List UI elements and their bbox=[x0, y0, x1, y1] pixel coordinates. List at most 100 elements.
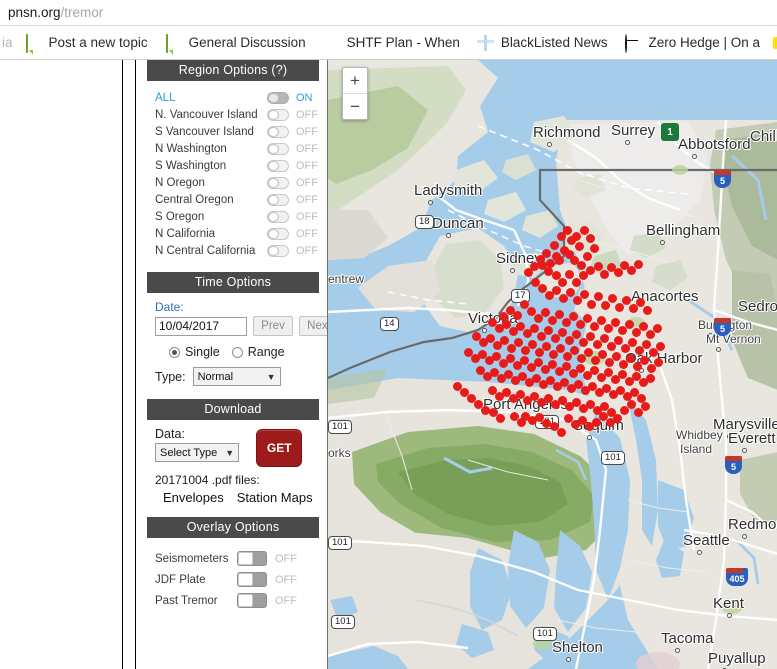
region-row-n-california[interactable]: N California OFF bbox=[155, 225, 321, 242]
tremor-epicenter-dot[interactable] bbox=[643, 306, 652, 315]
address-bar[interactable]: pnsn.org/tremor bbox=[0, 0, 777, 26]
tremor-epicenter-dot[interactable] bbox=[500, 336, 509, 345]
tremor-epicenter-dot[interactable] bbox=[558, 328, 567, 337]
region-row-central-oregon[interactable]: Central Oregon OFF bbox=[155, 191, 321, 208]
tremor-epicenter-dot[interactable] bbox=[555, 256, 564, 265]
tremor-epicenter-dot[interactable] bbox=[641, 402, 650, 411]
tremor-epicenter-dot[interactable] bbox=[612, 352, 621, 361]
tremor-epicenter-dot[interactable] bbox=[570, 346, 579, 355]
tremor-epicenter-dot[interactable] bbox=[557, 428, 566, 437]
type-select[interactable]: Normal ▼ bbox=[192, 367, 281, 386]
region-row-s-vancouver-island[interactable]: S Vancouver Island OFF bbox=[155, 123, 321, 140]
tremor-epicenter-dot[interactable] bbox=[597, 316, 606, 325]
tremor-epicenter-dot[interactable] bbox=[600, 334, 609, 343]
tremor-epicenter-dot[interactable] bbox=[544, 326, 553, 335]
zoom-out-button[interactable]: − bbox=[343, 94, 367, 119]
region-row-n-washington[interactable]: N Washington OFF bbox=[155, 140, 321, 157]
overlay-toggle[interactable] bbox=[237, 551, 267, 566]
overlay-toggle[interactable] bbox=[237, 593, 267, 608]
tremor-epicenter-dot[interactable] bbox=[587, 300, 596, 309]
region-toggle[interactable] bbox=[267, 210, 289, 223]
tremor-epicenter-dot[interactable] bbox=[572, 278, 581, 287]
overlay-row-seismometers[interactable]: Seismometers OFF bbox=[155, 548, 321, 569]
tremor-epicenter-dot[interactable] bbox=[634, 260, 643, 269]
tremor-epicenter-dot[interactable] bbox=[613, 414, 622, 423]
tremor-epicenter-dot[interactable] bbox=[467, 394, 476, 403]
overlay-row-past-tremor[interactable]: Past Tremor OFF bbox=[155, 590, 321, 611]
tremor-epicenter-dot[interactable] bbox=[584, 348, 593, 357]
tremor-epicenter-dot[interactable] bbox=[528, 340, 537, 349]
region-toggle[interactable] bbox=[267, 159, 289, 172]
tremor-epicenter-dot[interactable] bbox=[514, 338, 523, 347]
tremor-epicenter-dot[interactable] bbox=[636, 298, 645, 307]
tremor-epicenter-dot[interactable] bbox=[453, 382, 462, 391]
region-row-n-oregon[interactable]: N Oregon OFF bbox=[155, 174, 321, 191]
region-row-n-central-california[interactable]: N Central California OFF bbox=[155, 242, 321, 259]
prev-date-button[interactable]: Prev bbox=[253, 316, 293, 336]
tremor-epicenter-dot[interactable] bbox=[640, 356, 649, 365]
tremor-epicenter-dot[interactable] bbox=[601, 301, 610, 310]
region-toggle[interactable] bbox=[267, 227, 289, 240]
tremor-epicenter-dot[interactable] bbox=[572, 330, 581, 339]
envelopes-link[interactable]: Envelopes bbox=[163, 490, 224, 505]
tremor-epicenter-dot[interactable] bbox=[656, 342, 665, 351]
tremor-epicenter-dot[interactable] bbox=[583, 314, 592, 323]
tremor-epicenter-dot[interactable] bbox=[557, 232, 566, 241]
bookmark-item[interactable]: Zero Hedge | On a bbox=[616, 26, 769, 59]
tremor-epicenter-dot[interactable] bbox=[627, 400, 636, 409]
region-row-s-oregon[interactable]: S Oregon OFF bbox=[155, 208, 321, 225]
region-row-all[interactable]: ALL ON bbox=[155, 89, 321, 106]
tremor-epicenter-dot[interactable] bbox=[654, 358, 663, 367]
region-toggle[interactable] bbox=[267, 108, 289, 121]
tremor-epicenter-dot[interactable] bbox=[590, 244, 599, 253]
region-toggle[interactable] bbox=[267, 142, 289, 155]
tremor-epicenter-dot[interactable] bbox=[575, 242, 584, 251]
tremor-epicenter-dot[interactable] bbox=[622, 296, 631, 305]
region-toggle[interactable] bbox=[267, 244, 289, 257]
region-row-n-vancouver-island[interactable]: N. Vancouver Island OFF bbox=[155, 106, 321, 123]
bookmark-item[interactable]: ia bbox=[0, 26, 17, 59]
tremor-epicenter-dot[interactable] bbox=[615, 303, 624, 312]
overlay-row-jdf-plate[interactable]: JDF Plate OFF bbox=[155, 569, 321, 590]
tremor-epicenter-dot[interactable] bbox=[577, 261, 586, 270]
tremor-epicenter-dot[interactable] bbox=[552, 286, 561, 295]
tremor-epicenter-dot[interactable] bbox=[542, 342, 551, 351]
region-toggle[interactable] bbox=[267, 176, 289, 189]
tremor-epicenter-dot[interactable] bbox=[558, 278, 567, 287]
tremor-epicenter-dot[interactable] bbox=[541, 308, 550, 317]
tremor-epicenter-dot[interactable] bbox=[628, 338, 637, 347]
tremor-epicenter-dot[interactable] bbox=[569, 312, 578, 321]
tremor-epicenter-dot[interactable] bbox=[550, 241, 559, 250]
tremor-epicenter-dot[interactable] bbox=[566, 288, 575, 297]
tremor-epicenter-dot[interactable] bbox=[639, 322, 648, 331]
radio-single[interactable] bbox=[169, 346, 180, 358]
tremor-epicenter-dot[interactable] bbox=[572, 232, 581, 241]
tremor-epicenter-dot[interactable] bbox=[614, 336, 623, 345]
tremor-epicenter-dot[interactable] bbox=[594, 292, 603, 301]
tremor-epicenter-dot[interactable] bbox=[653, 324, 662, 333]
data-type-select[interactable]: Select Type ▼ bbox=[155, 443, 240, 462]
tremor-map[interactable]: + − Richmond Surrey Chill Abbotsford Ladysmi… bbox=[327, 60, 777, 669]
tremor-epicenter-dot[interactable] bbox=[586, 332, 595, 341]
bookmark-item[interactable]: BlackListed News bbox=[469, 26, 617, 59]
tremor-epicenter-dot[interactable] bbox=[586, 234, 595, 243]
tremor-epicenter-dot[interactable] bbox=[524, 268, 533, 277]
bookmark-item[interactable]: SHTF Plan - When bbox=[315, 26, 469, 59]
tremor-epicenter-dot[interactable] bbox=[626, 354, 635, 363]
tremor-epicenter-dot[interactable] bbox=[530, 324, 539, 333]
tremor-epicenter-dot[interactable] bbox=[583, 252, 592, 261]
tremor-epicenter-dot[interactable] bbox=[517, 418, 526, 427]
tremor-epicenter-dot[interactable] bbox=[555, 310, 564, 319]
tremor-epicenter-dot[interactable] bbox=[600, 270, 609, 279]
tremor-epicenter-dot[interactable] bbox=[642, 340, 651, 349]
tremor-epicenter-dot[interactable] bbox=[608, 294, 617, 303]
bookmark-item[interactable]: General Discussion bbox=[157, 26, 315, 59]
zoom-in-button[interactable]: + bbox=[343, 68, 367, 93]
tremor-epicenter-dot[interactable] bbox=[625, 320, 634, 329]
tremor-epicenter-dot[interactable] bbox=[565, 270, 574, 279]
overlay-toggle[interactable] bbox=[237, 572, 267, 587]
bookmark-item[interactable]: Post a new topic bbox=[17, 26, 157, 59]
region-row-s-washington[interactable]: S Washington OFF bbox=[155, 157, 321, 174]
region-toggle[interactable] bbox=[267, 193, 289, 206]
radio-range[interactable] bbox=[231, 346, 243, 358]
